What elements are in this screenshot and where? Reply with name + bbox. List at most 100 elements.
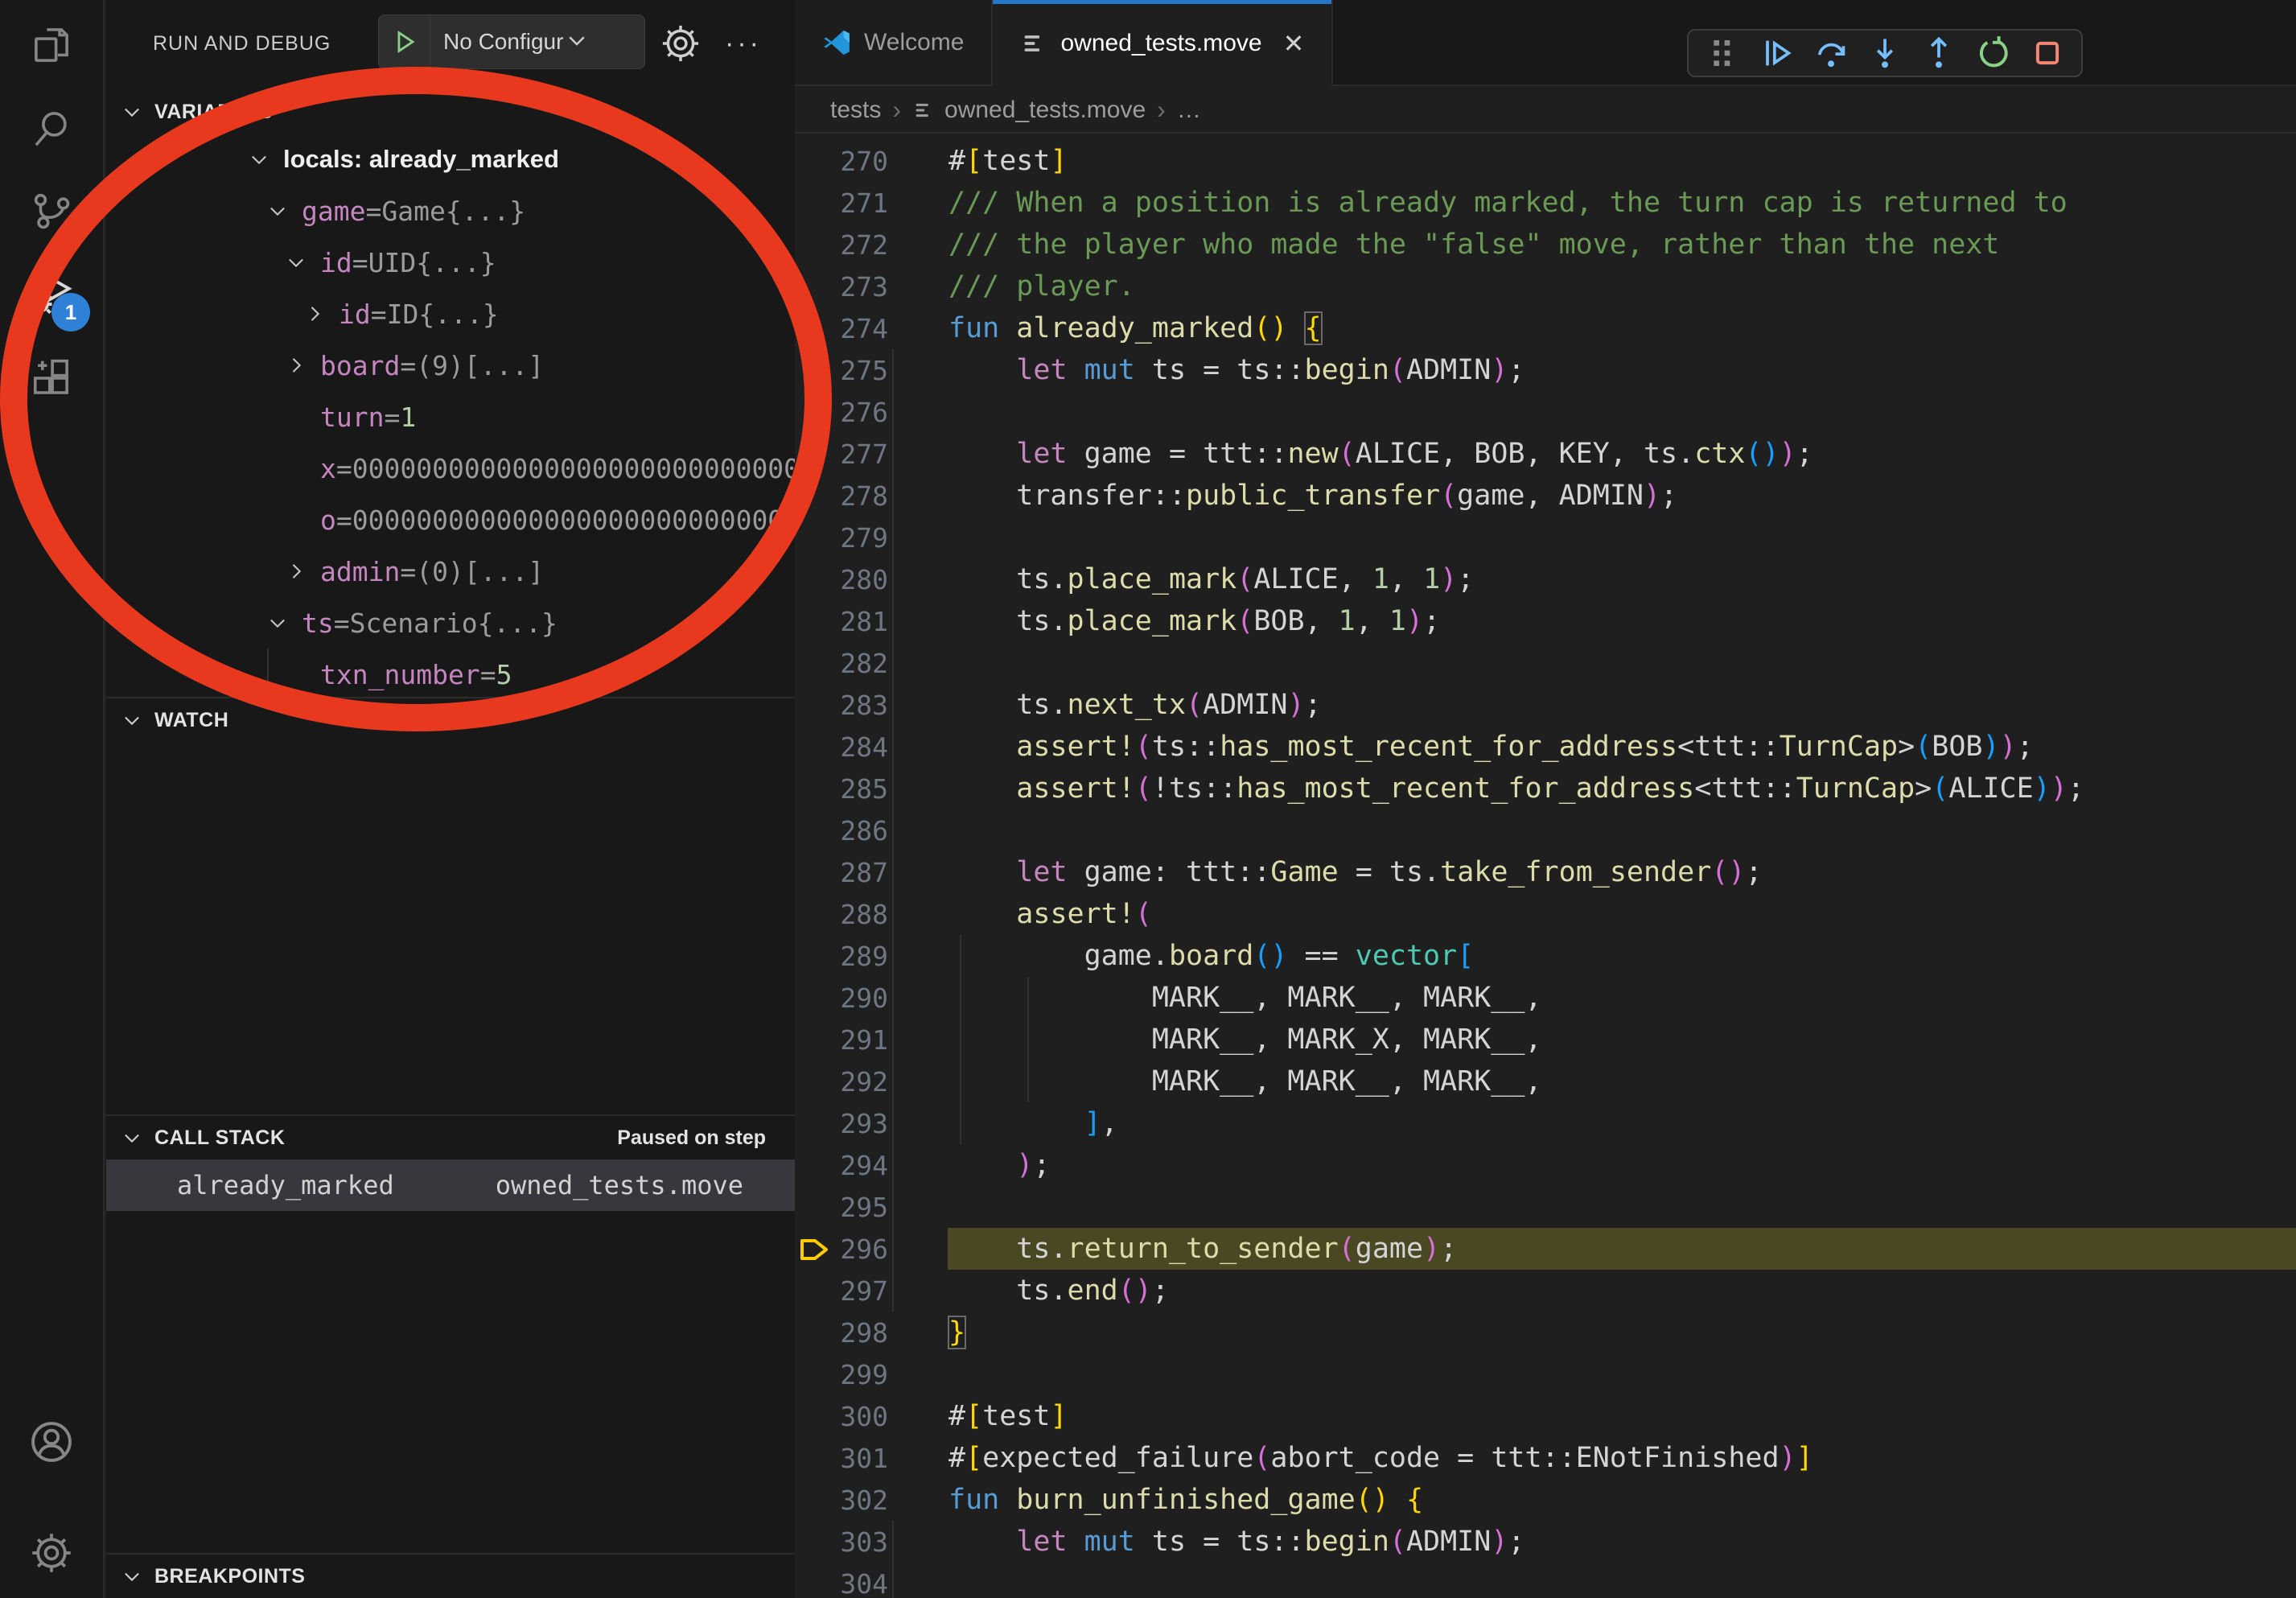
code-line[interactable]: 285 assert!(!ts::has_most_recent_for_add… xyxy=(795,768,2296,809)
call-stack-section-header[interactable]: CALL STACK Paused on step xyxy=(106,1116,795,1159)
line-content[interactable]: MARK__, MARK__, MARK__, xyxy=(888,977,2296,1019)
variable-row[interactable]: id = UID{...} xyxy=(106,237,795,288)
source-control-icon[interactable] xyxy=(26,185,77,237)
line-number[interactable]: 293 xyxy=(835,1108,888,1139)
glyph-margin[interactable] xyxy=(795,935,835,977)
line-content[interactable]: assert!(ts::has_most_recent_for_address<… xyxy=(888,726,2296,768)
line-number[interactable]: 278 xyxy=(835,480,888,512)
glyph-margin[interactable] xyxy=(795,768,835,809)
chevron-down-icon[interactable] xyxy=(266,612,302,634)
line-number[interactable]: 285 xyxy=(835,773,888,805)
line-content[interactable]: fun already_marked() { xyxy=(888,307,2296,349)
code-line[interactable]: 296 ts.return_to_sender(game); xyxy=(795,1228,2296,1270)
line-content[interactable]: } xyxy=(888,1312,2296,1353)
chevron-down-icon[interactable] xyxy=(248,148,283,171)
extensions-icon[interactable] xyxy=(26,352,77,404)
line-number[interactable]: 275 xyxy=(835,355,888,386)
glyph-margin[interactable] xyxy=(795,475,835,517)
code-line[interactable]: 282 xyxy=(795,642,2296,684)
line-content[interactable]: ts.next_tx(ADMIN); xyxy=(888,684,2296,726)
run-and-debug-icon[interactable]: 1 xyxy=(26,269,77,320)
line-number[interactable]: 289 xyxy=(835,941,888,972)
variable-row[interactable]: o = 00000000000000000000000000000000. xyxy=(106,494,795,546)
stack-frame[interactable]: already_markedowned_tests.move xyxy=(106,1159,795,1211)
glyph-margin[interactable] xyxy=(795,266,835,307)
glyph-margin[interactable] xyxy=(795,1395,835,1437)
glyph-margin[interactable] xyxy=(795,1019,835,1061)
glyph-margin[interactable] xyxy=(795,1186,835,1228)
code-line[interactable]: 283 ts.next_tx(ADMIN); xyxy=(795,684,2296,726)
code-line[interactable]: 287 let game: ttt::Game = ts.take_from_s… xyxy=(795,851,2296,893)
line-number[interactable]: 284 xyxy=(835,731,888,763)
line-content[interactable] xyxy=(888,1563,2296,1598)
step-into-icon[interactable] xyxy=(1864,34,1906,72)
variable-row[interactable]: ts = Scenario{...} xyxy=(106,597,795,649)
line-content[interactable]: MARK__, MARK_X, MARK__, xyxy=(888,1019,2296,1061)
code-line[interactable]: 272/// the player who made the "false" m… xyxy=(795,224,2296,266)
glyph-margin[interactable] xyxy=(795,893,835,935)
code-line[interactable]: 290 MARK__, MARK__, MARK__, xyxy=(795,977,2296,1019)
line-content[interactable]: let mut ts = ts::begin(ADMIN); xyxy=(888,349,2296,391)
code-line[interactable]: 300#[test] xyxy=(795,1395,2296,1437)
line-number[interactable]: 292 xyxy=(835,1066,888,1098)
glyph-margin[interactable] xyxy=(795,600,835,642)
code-line[interactable]: 275 let mut ts = ts::begin(ADMIN); xyxy=(795,349,2296,391)
line-number[interactable]: 286 xyxy=(835,815,888,846)
restart-icon[interactable] xyxy=(1973,34,2014,72)
glyph-margin[interactable] xyxy=(795,642,835,684)
line-content[interactable]: /// player. xyxy=(888,266,2296,307)
variable-row[interactable]: board = (9)[...] xyxy=(106,340,795,391)
glyph-margin[interactable] xyxy=(795,726,835,768)
variables-section-header[interactable]: VARIABLES xyxy=(106,90,795,134)
breadcrumb-item[interactable]: tests xyxy=(830,97,881,124)
glyph-margin[interactable] xyxy=(795,1521,835,1563)
line-content[interactable]: ts.place_mark(ALICE, 1, 1); xyxy=(888,558,2296,600)
glyph-margin[interactable] xyxy=(795,1479,835,1521)
line-number[interactable]: 303 xyxy=(835,1526,888,1558)
code-line[interactable]: 289 game.board() == vector[ xyxy=(795,935,2296,977)
variable-row[interactable]: admin = (0)[...] xyxy=(106,546,795,597)
line-content[interactable]: ts.place_mark(BOB, 1, 1); xyxy=(888,600,2296,642)
code-line[interactable]: 298} xyxy=(795,1312,2296,1353)
line-number[interactable]: 302 xyxy=(835,1485,888,1516)
line-number[interactable]: 295 xyxy=(835,1192,888,1223)
chevron-right-icon[interactable] xyxy=(285,560,320,583)
code-line[interactable]: 279 xyxy=(795,517,2296,558)
chevron-right-icon[interactable] xyxy=(285,354,320,377)
glyph-margin[interactable] xyxy=(795,433,835,475)
line-number[interactable]: 272 xyxy=(835,229,888,261)
chevron-down-icon[interactable] xyxy=(266,200,302,222)
code-line[interactable]: 293 ], xyxy=(795,1102,2296,1144)
stop-icon[interactable] xyxy=(2026,34,2068,72)
glyph-margin[interactable] xyxy=(795,1144,835,1186)
line-content[interactable]: ], xyxy=(888,1102,2296,1144)
glyph-margin[interactable] xyxy=(795,517,835,558)
variable-row[interactable]: locals: already_marked xyxy=(106,134,795,185)
line-number[interactable]: 288 xyxy=(835,899,888,930)
explorer-icon[interactable] xyxy=(26,19,77,71)
line-content[interactable] xyxy=(888,809,2296,851)
search-icon[interactable] xyxy=(26,103,77,154)
line-content[interactable]: assert!(!ts::has_most_recent_for_address… xyxy=(888,768,2296,809)
code-line[interactable]: 274fun already_marked() { xyxy=(795,307,2296,349)
code-line[interactable]: 291 MARK__, MARK_X, MARK__, xyxy=(795,1019,2296,1061)
continue-icon[interactable] xyxy=(1755,34,1797,72)
variable-row[interactable]: turn = 1 xyxy=(106,391,795,443)
drag-handle-icon[interactable] xyxy=(1701,34,1743,72)
variable-row[interactable]: txn_number = 5 xyxy=(106,649,795,700)
line-content[interactable]: MARK__, MARK__, MARK__, xyxy=(888,1061,2296,1102)
glyph-margin[interactable] xyxy=(795,224,835,266)
line-content[interactable] xyxy=(888,391,2296,433)
code-line[interactable]: 284 assert!(ts::has_most_recent_for_addr… xyxy=(795,726,2296,768)
glyph-margin[interactable] xyxy=(795,349,835,391)
breadcrumb-item[interactable]: … xyxy=(1177,97,1201,124)
line-content[interactable]: /// the player who made the "false" move… xyxy=(888,224,2296,266)
line-number[interactable]: 297 xyxy=(835,1275,888,1307)
line-content[interactable] xyxy=(888,642,2296,684)
line-number[interactable]: 300 xyxy=(835,1401,888,1432)
line-content[interactable] xyxy=(888,1353,2296,1395)
line-content[interactable] xyxy=(888,517,2296,558)
code-line[interactable]: 278 transfer::public_transfer(game, ADMI… xyxy=(795,475,2296,517)
variable-row[interactable]: x = 00000000000000000000000000000000… xyxy=(106,443,795,494)
line-number[interactable]: 276 xyxy=(835,397,888,428)
